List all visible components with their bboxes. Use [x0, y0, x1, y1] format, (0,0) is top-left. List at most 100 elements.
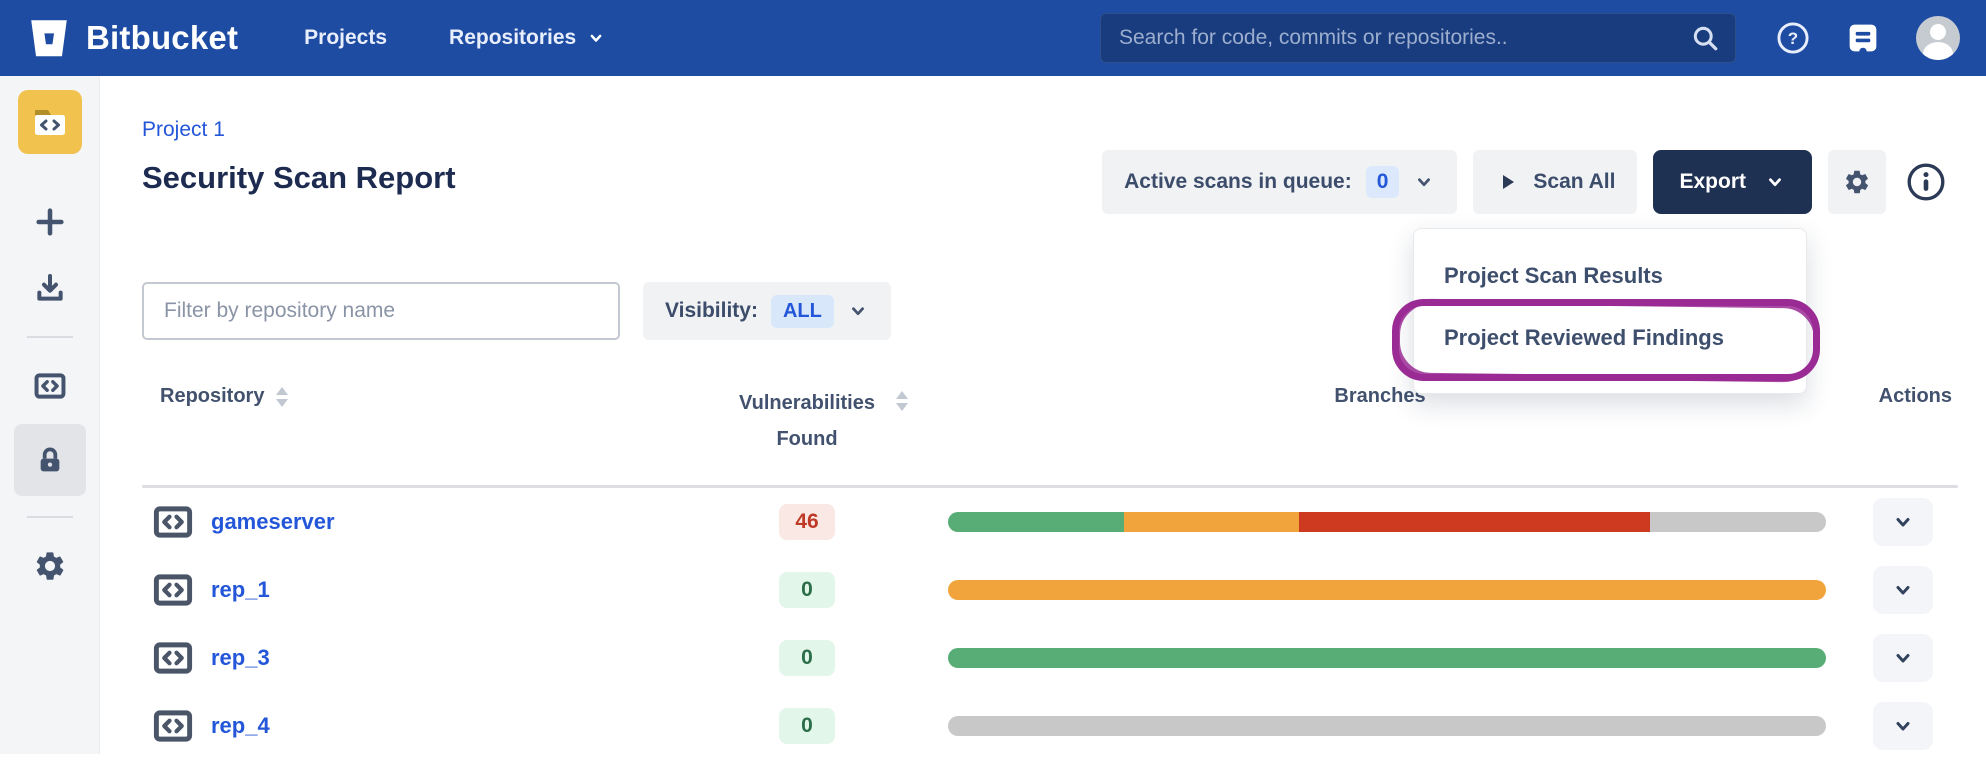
actions-cell	[1848, 702, 1958, 750]
help-icon[interactable]	[1776, 21, 1810, 55]
user-avatar[interactable]	[1916, 16, 1960, 60]
bitbucket-bucket-icon	[26, 15, 72, 61]
actions-cell	[1848, 634, 1958, 682]
info-button[interactable]	[1902, 150, 1950, 214]
nav-projects[interactable]: Projects	[304, 26, 387, 50]
scan-all-label: Scan All	[1533, 170, 1615, 194]
column-header-repository[interactable]: Repository	[142, 385, 702, 408]
chevron-down-icon	[1891, 510, 1915, 534]
vulnerabilities-cell: 46	[702, 504, 912, 540]
repository-code-icon	[152, 501, 194, 543]
repository-cell: gameserver	[142, 501, 702, 543]
left-sidebar	[0, 76, 100, 754]
global-search[interactable]	[1100, 13, 1736, 63]
gear-icon	[33, 549, 67, 583]
gear-icon	[1843, 168, 1871, 196]
row-expand-button[interactable]	[1873, 566, 1933, 614]
sidebar-create-button[interactable]	[14, 194, 86, 250]
sort-icon[interactable]	[276, 387, 288, 407]
vulnerability-count-badge: 46	[779, 504, 835, 540]
branch-status-bar[interactable]	[948, 580, 1826, 600]
repository-filter-input[interactable]	[142, 282, 620, 340]
branches-cell	[912, 512, 1848, 532]
search-input[interactable]	[1119, 26, 1691, 50]
branches-cell	[912, 648, 1848, 668]
column-header-actions: Actions	[1848, 385, 1958, 408]
sidebar-security-button[interactable]	[14, 424, 86, 496]
row-expand-button[interactable]	[1873, 634, 1933, 682]
vulnerabilities-header-label: Vulnerabilities Found	[739, 385, 875, 457]
active-scans-queue-dropdown[interactable]: Active scans in queue: 0	[1102, 150, 1457, 214]
table-header-row: Repository Vulnerabilities Found Branche…	[142, 385, 1958, 457]
column-header-vulnerabilities[interactable]: Vulnerabilities Found	[702, 385, 912, 457]
top-navigation-bar: Bitbucket Projects Repositories	[0, 0, 1986, 76]
repo-link[interactable]: rep_1	[211, 577, 270, 603]
repo-link[interactable]: gameserver	[211, 509, 335, 535]
sidebar-divider	[27, 516, 73, 518]
report-settings-button[interactable]	[1828, 150, 1886, 214]
visibility-dropdown[interactable]: Visibility: ALL	[643, 282, 891, 340]
export-label: Export	[1679, 170, 1746, 194]
vulnerability-count-badge: 0	[779, 572, 835, 608]
queue-label: Active scans in queue:	[1124, 170, 1352, 194]
table-row: rep_4 0	[142, 692, 1958, 760]
export-dropdown-menu: Project Scan Results Project Reviewed Fi…	[1413, 228, 1807, 394]
topbar-right-icons	[1776, 16, 1960, 60]
export-button[interactable]: Export	[1653, 150, 1812, 214]
chevron-down-icon	[1891, 714, 1915, 738]
top-nav: Projects Repositories	[304, 26, 606, 50]
lock-icon	[34, 444, 66, 476]
person-icon	[1916, 16, 1960, 60]
repository-table: Repository Vulnerabilities Found Branche…	[142, 385, 1958, 760]
row-expand-button[interactable]	[1873, 702, 1933, 750]
plus-icon	[33, 205, 67, 239]
sidebar-clone-button[interactable]	[14, 260, 86, 316]
table-row: gameserver 46	[142, 488, 1958, 556]
repo-link[interactable]: rep_4	[211, 713, 270, 739]
vulnerabilities-cell: 0	[702, 640, 912, 676]
branches-cell	[912, 580, 1848, 600]
branch-status-bar[interactable]	[948, 716, 1826, 736]
sidebar-divider	[27, 336, 73, 338]
queue-count-badge: 0	[1366, 166, 1400, 198]
chevron-down-icon	[1764, 171, 1786, 193]
sidebar-source-button[interactable]	[14, 358, 86, 414]
breadcrumb-project-link[interactable]: Project 1	[142, 118, 225, 142]
scan-all-button[interactable]: Scan All	[1473, 150, 1637, 214]
search-icon[interactable]	[1691, 24, 1719, 52]
nav-repositories-label: Repositories	[449, 26, 576, 50]
folder-code-icon	[28, 100, 72, 144]
table-row: rep_3 0	[142, 624, 1958, 692]
menu-item-project-reviewed-findings[interactable]: Project Reviewed Findings	[1414, 307, 1806, 369]
repository-code-icon	[152, 705, 194, 747]
bitbucket-logo[interactable]: Bitbucket	[26, 15, 238, 61]
download-icon	[34, 272, 66, 304]
menu-item-label: Project Reviewed Findings	[1444, 325, 1724, 351]
visibility-value: ALL	[771, 295, 834, 328]
chevron-down-icon	[1413, 171, 1435, 193]
menu-item-project-scan-results[interactable]: Project Scan Results	[1414, 245, 1806, 307]
filter-row: Visibility: ALL	[142, 282, 891, 340]
vulnerability-count-badge: 0	[779, 708, 835, 744]
nav-repositories[interactable]: Repositories	[449, 26, 606, 50]
repository-cell: rep_4	[142, 705, 702, 747]
play-icon	[1495, 170, 1519, 194]
row-expand-button[interactable]	[1873, 498, 1933, 546]
branch-status-bar[interactable]	[948, 648, 1826, 668]
repo-link[interactable]: rep_3	[211, 645, 270, 671]
repository-header-label: Repository	[160, 385, 264, 408]
main-content: Project 1 Security Scan Report Active sc…	[100, 76, 1986, 754]
sort-icon[interactable]	[896, 391, 908, 411]
repository-code-icon	[152, 569, 194, 611]
vulnerabilities-cell: 0	[702, 708, 912, 744]
visibility-label: Visibility:	[665, 299, 758, 323]
branch-status-bar[interactable]	[948, 512, 1826, 532]
table-row: rep_1 0	[142, 556, 1958, 624]
vulnerability-count-badge: 0	[779, 640, 835, 676]
feedback-icon[interactable]	[1846, 21, 1880, 55]
vulnerabilities-cell: 0	[702, 572, 912, 608]
sidebar-settings-button[interactable]	[14, 538, 86, 594]
code-icon	[33, 369, 67, 403]
repository-code-icon	[152, 637, 194, 679]
sidebar-project-avatar[interactable]	[18, 90, 82, 154]
